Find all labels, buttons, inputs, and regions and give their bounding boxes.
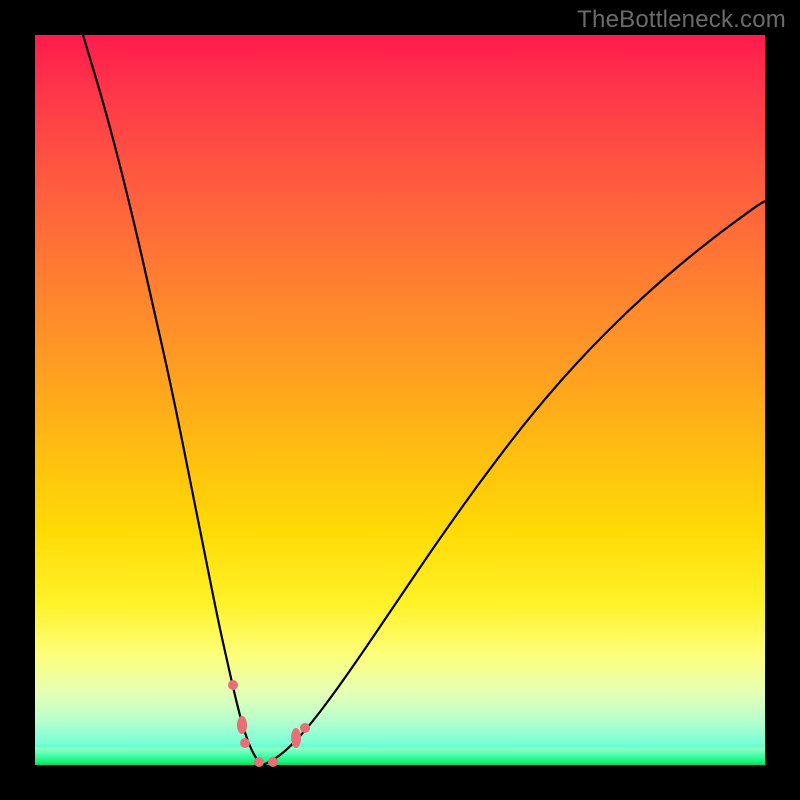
data-marker [291,728,301,748]
watermark-text: TheBottleneck.com [577,6,786,34]
plot-area [35,35,765,765]
data-marker [237,716,247,734]
chart-frame: TheBottleneck.com [0,0,800,800]
chart-svg [35,35,765,765]
right-curve [263,201,765,765]
data-marker [300,723,310,733]
data-marker [268,757,278,767]
markers-group [228,680,310,767]
data-marker [240,738,250,748]
data-marker [254,757,264,767]
data-marker [228,680,238,690]
left-curve [83,35,263,765]
